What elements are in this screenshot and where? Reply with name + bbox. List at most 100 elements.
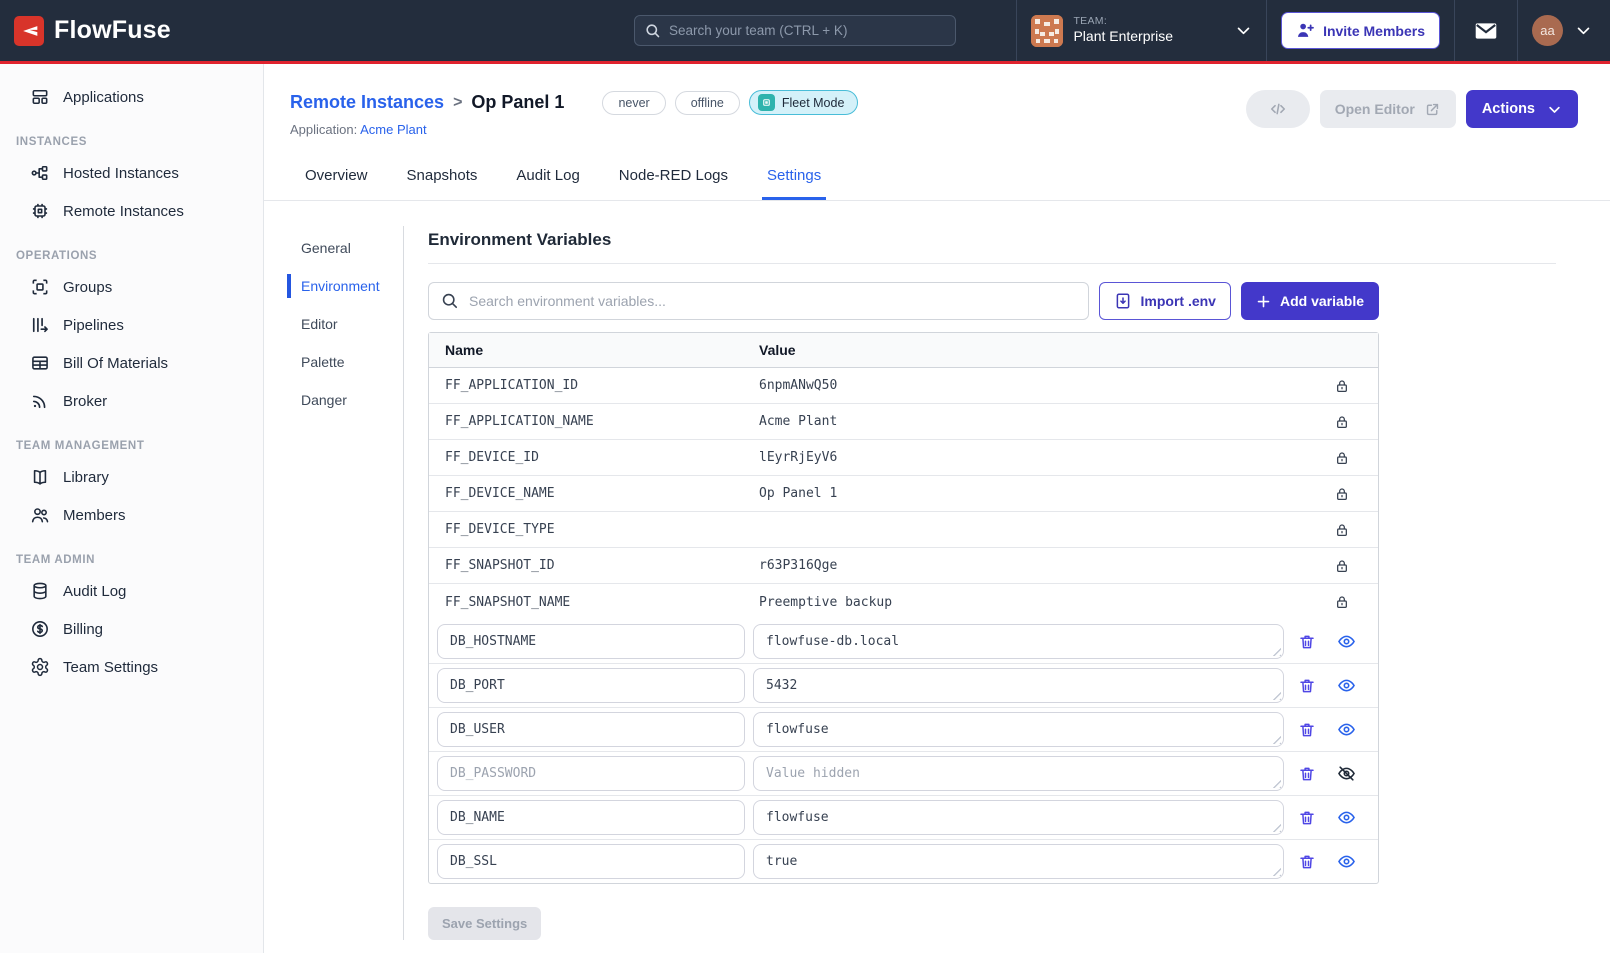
eye-off-icon: [1337, 764, 1356, 783]
eye-icon: [1337, 852, 1356, 871]
code-icon: [1268, 99, 1288, 119]
env-var-value-input[interactable]: [753, 756, 1284, 791]
env-var-name-input[interactable]: [437, 624, 745, 659]
notifications-button[interactable]: [1469, 14, 1503, 48]
delete-variable-button[interactable]: [1296, 675, 1318, 697]
sidebar-item-label: Groups: [63, 279, 112, 296]
delete-variable-button[interactable]: [1296, 851, 1318, 873]
sidebar-item-billing[interactable]: Billing: [0, 610, 263, 648]
show-value-button[interactable]: [1335, 850, 1358, 873]
library-icon: [30, 467, 50, 487]
env-var-value-input[interactable]: [753, 844, 1284, 879]
env-var-row: FF_DEVICE_NAME Op Panel 1: [429, 476, 1378, 512]
team-selector[interactable]: TEAM: Plant Enterprise: [1031, 15, 1252, 47]
env-var-value-input[interactable]: [753, 624, 1284, 659]
nav-divider: [1016, 0, 1017, 61]
env-var-name: FF_DEVICE_TYPE: [445, 522, 759, 537]
import-env-button[interactable]: Import .env: [1099, 282, 1231, 320]
env-var-value-input[interactable]: [753, 800, 1284, 835]
env-var-row: FF_SNAPSHOT_ID r63P316Qge: [429, 548, 1378, 584]
team-avatar: [1031, 15, 1063, 47]
sidebar-section-instances: INSTANCES: [0, 116, 263, 154]
env-var-value: r63P316Qge: [759, 558, 1322, 573]
env-var-value-input[interactable]: [753, 712, 1284, 747]
bill-of-materials-icon: [30, 353, 50, 373]
sidebar-item-remote-instances[interactable]: Remote Instances: [0, 192, 263, 230]
actions-button[interactable]: Actions: [1466, 90, 1578, 128]
developer-mode-button[interactable]: [1246, 90, 1310, 128]
invite-members-button[interactable]: Invite Members: [1281, 12, 1440, 49]
eye-icon: [1337, 720, 1356, 739]
show-value-button[interactable]: [1335, 718, 1358, 741]
env-var-row-editable: [429, 796, 1378, 840]
sidebar-item-hosted-instances[interactable]: Hosted Instances: [0, 154, 263, 192]
instance-tabs: Overview Snapshots Audit Log Node-RED Lo…: [264, 161, 1610, 201]
env-var-name: FF_SNAPSHOT_NAME: [445, 595, 759, 610]
delete-variable-button[interactable]: [1296, 719, 1318, 741]
env-var-name-input[interactable]: [437, 800, 745, 835]
open-editor-label: Open Editor: [1335, 101, 1415, 117]
breadcrumb-parent-link[interactable]: Remote Instances: [290, 92, 444, 113]
audit-log-icon: [30, 581, 50, 601]
env-var-value-input[interactable]: [753, 668, 1284, 703]
envelope-icon: [1473, 18, 1499, 44]
tab-snapshots[interactable]: Snapshots: [402, 161, 483, 200]
sidebar-item-label: Remote Instances: [63, 203, 184, 220]
sidebar-item-broker[interactable]: Broker: [0, 382, 263, 420]
delete-variable-button[interactable]: [1296, 807, 1318, 829]
trash-icon: [1298, 853, 1316, 871]
flowfuse-logo[interactable]: FlowFuse: [14, 16, 171, 46]
show-value-button[interactable]: [1335, 674, 1358, 697]
env-var-name-input[interactable]: [437, 712, 745, 747]
hide-value-button[interactable]: [1335, 762, 1358, 785]
tab-settings[interactable]: Settings: [762, 161, 826, 200]
search-icon: [644, 22, 661, 39]
status-badge: offline: [675, 91, 740, 115]
lock-icon: [1334, 414, 1350, 430]
tab-node-red-logs[interactable]: Node-RED Logs: [614, 161, 733, 200]
tab-overview[interactable]: Overview: [300, 161, 373, 200]
sidebar-item-groups[interactable]: Groups: [0, 268, 263, 306]
lock-icon: [1334, 594, 1350, 610]
tab-audit-log[interactable]: Audit Log: [511, 161, 584, 200]
subnav-item-environment[interactable]: Environment: [264, 267, 403, 305]
env-var-name-input[interactable]: [437, 844, 745, 879]
env-search-input[interactable]: [428, 282, 1089, 320]
section-title: Environment Variables: [428, 230, 1556, 264]
sidebar-item-members[interactable]: Members: [0, 496, 263, 534]
user-menu[interactable]: aa: [1532, 15, 1592, 46]
trash-icon: [1298, 765, 1316, 783]
sidebar-item-library[interactable]: Library: [0, 458, 263, 496]
sidebar-item-label: Team Settings: [63, 659, 158, 676]
mode-badge-label: Fleet Mode: [782, 96, 845, 110]
sidebar-item-audit-log[interactable]: Audit Log: [0, 572, 263, 610]
sidebar-item-pipelines[interactable]: Pipelines: [0, 306, 263, 344]
save-settings-button[interactable]: Save Settings: [428, 907, 541, 940]
show-value-button[interactable]: [1335, 630, 1358, 653]
subnav-item-palette[interactable]: Palette: [264, 343, 403, 381]
delete-variable-button[interactable]: [1296, 763, 1318, 785]
application-link[interactable]: Acme Plant: [360, 122, 426, 137]
subnav-item-danger[interactable]: Danger: [264, 381, 403, 419]
sidebar-item-bill-of-materials[interactable]: Bill Of Materials: [0, 344, 263, 382]
sidebar-section-operations: OPERATIONS: [0, 230, 263, 268]
delete-variable-button[interactable]: [1296, 631, 1318, 653]
show-value-button[interactable]: [1335, 806, 1358, 829]
sidebar-item-label: Applications: [63, 89, 144, 106]
hosted-instances-icon: [30, 163, 50, 183]
user-plus-icon: [1296, 21, 1315, 40]
sidebar-item-applications[interactable]: Applications: [0, 78, 263, 116]
subnav-item-editor[interactable]: Editor: [264, 305, 403, 343]
env-var-row-editable: [429, 840, 1378, 883]
env-var-name-input[interactable]: [437, 756, 745, 791]
settings-subnav: General Environment Editor Palette Dange…: [264, 226, 404, 940]
trash-icon: [1298, 633, 1316, 651]
billing-icon: [30, 619, 50, 639]
team-search-input[interactable]: [634, 15, 956, 46]
subnav-item-general[interactable]: General: [264, 229, 403, 267]
invite-members-label: Invite Members: [1323, 23, 1425, 39]
sidebar-item-team-settings[interactable]: Team Settings: [0, 648, 263, 686]
open-editor-button[interactable]: Open Editor: [1320, 90, 1456, 128]
env-var-name-input[interactable]: [437, 668, 745, 703]
add-variable-button[interactable]: Add variable: [1241, 282, 1379, 320]
